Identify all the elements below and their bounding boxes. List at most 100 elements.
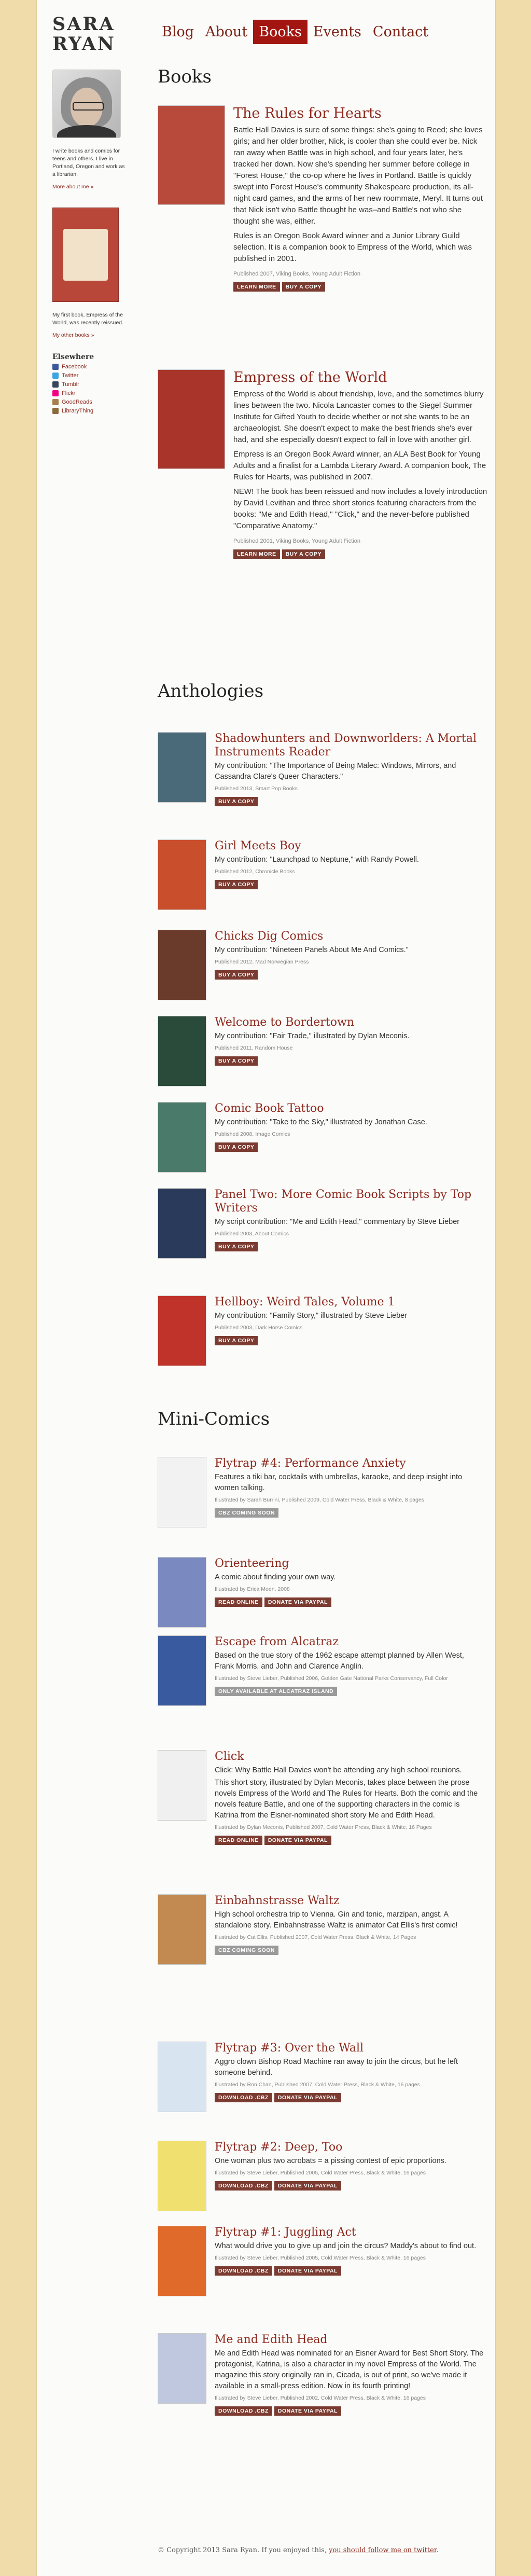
minicomic-7-cover[interactable] bbox=[158, 2141, 206, 2211]
minicomic-8-cover[interactable] bbox=[158, 2226, 206, 2296]
nav-about[interactable]: About bbox=[200, 20, 253, 44]
anthology-4-cover[interactable] bbox=[158, 1016, 206, 1086]
elsewhere-twitter[interactable]: Twitter bbox=[52, 373, 125, 379]
minicomic-9-buttons: DOWNLOAD .CBZ DONATE VIA PAYPAL bbox=[215, 2401, 484, 2416]
main-nav: Blog About Books Events Contact bbox=[156, 20, 434, 44]
buy-a-copy-button[interactable]: BUY A COPY bbox=[215, 880, 258, 889]
donate-via-paypal-button[interactable]: DONATE VIA PAYPAL bbox=[274, 2181, 341, 2191]
minicomic-4-cover[interactable] bbox=[158, 1750, 206, 1821]
other-books-link[interactable]: My other books » bbox=[52, 332, 125, 338]
minicomic-2-title[interactable]: Orienteering bbox=[215, 1557, 484, 1571]
nav-contact[interactable]: Contact bbox=[367, 20, 434, 44]
elsewhere-facebook[interactable]: Facebook bbox=[52, 364, 125, 370]
footer: © Copyright 2013 Sara Ryan. If you enjoy… bbox=[158, 2546, 439, 2554]
twitter-follow-link[interactable]: you should follow me on twitter bbox=[329, 2546, 437, 2554]
minicomic-3-cover[interactable] bbox=[158, 1635, 206, 1706]
book-2-buttons: LEARN MORE BUY A COPY bbox=[233, 544, 487, 559]
buy-a-copy-button[interactable]: BUY A COPY bbox=[215, 1056, 258, 1066]
nav-blog[interactable]: Blog bbox=[156, 20, 200, 44]
donate-via-paypal-button[interactable]: DONATE VIA PAYPAL bbox=[264, 1597, 331, 1607]
book-2-title[interactable]: Empress of the World bbox=[233, 369, 487, 385]
anthology-6-description: My script contribution: "Me and Edith He… bbox=[215, 1218, 460, 1226]
anthology-5-title[interactable]: Comic Book Tattoo bbox=[215, 1102, 484, 1115]
minicomic-5-cover[interactable] bbox=[158, 1894, 206, 1965]
book-1-cover[interactable] bbox=[158, 105, 225, 205]
buy-a-copy-button[interactable]: BUY A COPY bbox=[282, 549, 325, 559]
minicomic-6-cover[interactable] bbox=[158, 2042, 206, 2112]
buy-a-copy-button[interactable]: BUY A COPY bbox=[215, 1242, 258, 1251]
anthology-5-cover[interactable] bbox=[158, 1102, 206, 1173]
buy-a-copy-button[interactable]: BUY A COPY bbox=[215, 797, 258, 806]
minicomic-1-title[interactable]: Flytrap #4: Performance Anxiety bbox=[215, 1457, 484, 1470]
minicomic-2-body: Orienteering A comic about finding your o… bbox=[215, 1557, 484, 1607]
download-cbz-button[interactable]: DOWNLOAD .CBZ bbox=[215, 2266, 272, 2276]
download-cbz-button[interactable]: DOWNLOAD .CBZ bbox=[215, 2093, 272, 2102]
minicomic-3-title[interactable]: Escape from Alcatraz bbox=[215, 1635, 484, 1649]
anthology-2-title[interactable]: Girl Meets Boy bbox=[215, 839, 484, 853]
anthology-3-title[interactable]: Chicks Dig Comics bbox=[215, 930, 484, 943]
elsewhere-flickr[interactable]: Flickr bbox=[52, 390, 125, 396]
author-photo bbox=[52, 70, 121, 138]
buy-a-copy-button[interactable]: BUY A COPY bbox=[215, 970, 258, 980]
nav-books[interactable]: Books bbox=[253, 20, 308, 44]
book-1-buttons: LEARN MORE BUY A COPY bbox=[233, 277, 487, 292]
download-cbz-button[interactable]: DOWNLOAD .CBZ bbox=[215, 2181, 272, 2191]
buy-a-copy-button[interactable]: BUY A COPY bbox=[215, 1336, 258, 1345]
anthology-7-cover[interactable] bbox=[158, 1296, 206, 1366]
minicomic-4-title[interactable]: Click bbox=[215, 1750, 484, 1764]
minicomic-9-title[interactable]: Me and Edith Head bbox=[215, 2333, 484, 2347]
anthology-7-meta: Published 2003, Dark Horse Comics bbox=[215, 1325, 303, 1331]
minicomic-2-cover[interactable] bbox=[158, 1557, 206, 1628]
donate-via-paypal-button[interactable]: DONATE VIA PAYPAL bbox=[274, 2093, 341, 2102]
minicomic-8-title[interactable]: Flytrap #1: Juggling Act bbox=[215, 2226, 484, 2239]
minicomic-6-description: Aggro clown Bishop Road Machine ran away… bbox=[215, 2058, 458, 2077]
donate-via-paypal-button[interactable]: DONATE VIA PAYPAL bbox=[264, 1836, 331, 1845]
only-available-at-alcatraz-island-button: ONLY AVAILABLE AT ALCATRAZ ISLAND bbox=[215, 1687, 338, 1696]
donate-via-paypal-button[interactable]: DONATE VIA PAYPAL bbox=[274, 2406, 341, 2416]
read-online-button[interactable]: READ ONLINE bbox=[215, 1597, 262, 1607]
anthology-4-title[interactable]: Welcome to Bordertown bbox=[215, 1016, 484, 1029]
anthology-6-title[interactable]: Panel Two: More Comic Book Scripts by To… bbox=[215, 1188, 484, 1215]
download-cbz-button[interactable]: DOWNLOAD .CBZ bbox=[215, 2406, 272, 2416]
donate-via-paypal-button[interactable]: DONATE VIA PAYPAL bbox=[274, 2266, 341, 2276]
buy-a-copy-button[interactable]: BUY A COPY bbox=[282, 282, 325, 292]
librarything-icon bbox=[52, 408, 59, 414]
anthology-2-description: My contribution: "Launchpad to Neptune,"… bbox=[215, 856, 419, 864]
learn-more-button[interactable]: LEARN MORE bbox=[233, 282, 280, 292]
site-logo[interactable]: SARA RYAN bbox=[52, 15, 125, 54]
elsewhere-goodreads[interactable]: GoodReads bbox=[52, 399, 125, 405]
anthology-1-title[interactable]: Shadowhunters and Downworlders: A Mortal… bbox=[215, 732, 484, 759]
learn-more-button[interactable]: LEARN MORE bbox=[233, 549, 280, 559]
minicomic-1-description: Features a tiki bar, cocktails with umbr… bbox=[215, 1473, 463, 1492]
anthology-1-body: Shadowhunters and Downworlders: A Mortal… bbox=[215, 732, 484, 806]
minicomic-7-title[interactable]: Flytrap #2: Deep, Too bbox=[215, 2141, 484, 2154]
book-2-cover[interactable] bbox=[158, 369, 225, 469]
anthology-7-title[interactable]: Hellboy: Weird Tales, Volume 1 bbox=[215, 1296, 484, 1309]
read-online-button[interactable]: READ ONLINE bbox=[215, 1836, 262, 1845]
anthology-6-meta: Published 2003, About Comics bbox=[215, 1231, 289, 1237]
anthology-2-cover[interactable] bbox=[158, 839, 206, 910]
minicomic-1-cover[interactable] bbox=[158, 1457, 206, 1527]
minicomic-8-meta: Illustrated by Steve Lieber, Published 2… bbox=[215, 2255, 426, 2261]
buy-a-copy-button[interactable]: BUY A COPY bbox=[215, 1142, 258, 1152]
minicomic-9-meta: Illustrated by Steve Lieber, Published 2… bbox=[215, 2395, 426, 2401]
elsewhere-tumblr[interactable]: Tumblr bbox=[52, 381, 125, 388]
minicomic-8-buttons: DOWNLOAD .CBZ DONATE VIA PAYPAL bbox=[215, 2261, 484, 2276]
anthology-3-cover[interactable] bbox=[158, 930, 206, 1000]
book-2-description: Empress is an Oregon Book Award winner, … bbox=[233, 450, 486, 481]
nav-events[interactable]: Events bbox=[308, 20, 367, 44]
cbz-coming-soon-button: CBZ COMING SOON bbox=[215, 1508, 278, 1518]
anthology-1-cover[interactable] bbox=[158, 732, 206, 803]
book-1-title[interactable]: The Rules for Hearts bbox=[233, 105, 487, 121]
minicomic-9-cover[interactable] bbox=[158, 2333, 206, 2404]
sidebar-book-cover[interactable] bbox=[52, 208, 119, 302]
cbz-coming-soon-button: CBZ COMING SOON bbox=[215, 1946, 278, 1955]
anthology-2-body: Girl Meets Boy My contribution: "Launchpa… bbox=[215, 839, 484, 889]
elsewhere-librarything[interactable]: LibraryThing bbox=[52, 408, 125, 414]
minicomic-5-title[interactable]: Einbahnstrasse Waltz bbox=[215, 1894, 484, 1908]
anthology-6-cover[interactable] bbox=[158, 1188, 206, 1259]
more-about-link[interactable]: More about me » bbox=[52, 184, 125, 190]
anthology-5-description: My contribution: "Take to the Sky," illu… bbox=[215, 1118, 427, 1126]
minicomic-6-title[interactable]: Flytrap #3: Over the Wall bbox=[215, 2042, 484, 2055]
elsewhere-label: Twitter bbox=[62, 373, 79, 379]
